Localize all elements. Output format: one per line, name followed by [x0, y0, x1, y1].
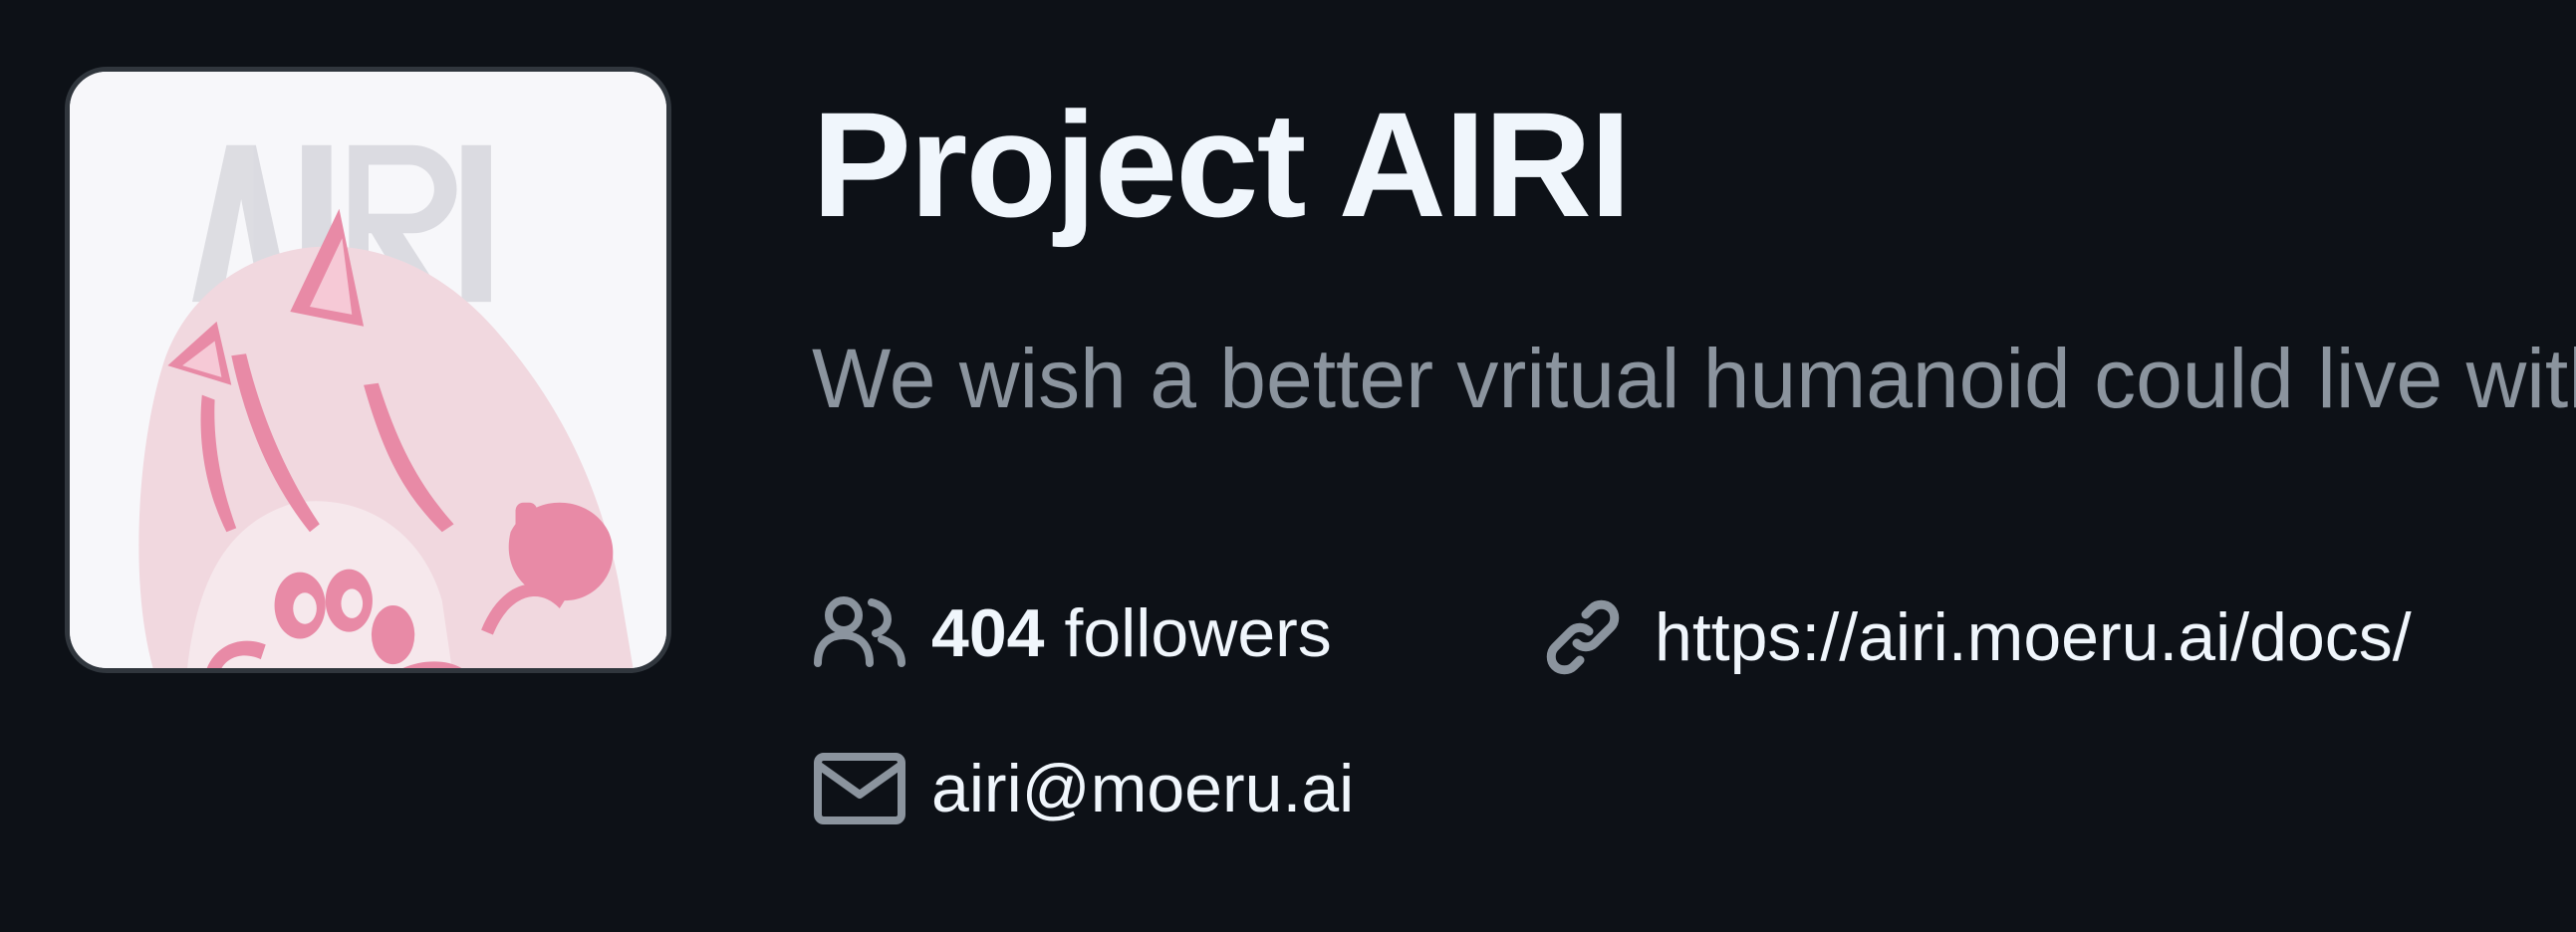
followers-label: followers — [1064, 595, 1332, 671]
org-description: We wish a better vritual humanoid could … — [812, 332, 2576, 425]
website-url: https://airi.moeru.ai/docs/ — [1655, 599, 2412, 675]
link-icon — [1546, 599, 1620, 675]
followers-count: 404 — [931, 595, 1045, 671]
email-link[interactable]: airi@moeru.ai — [812, 749, 1354, 828]
org-profile-header: Project AIRI We wish a better vritual hu… — [0, 0, 2576, 932]
followers-link[interactable]: 404 followers — [812, 593, 1332, 673]
org-name: Project AIRI — [812, 81, 1632, 248]
mail-icon — [814, 753, 905, 824]
people-icon — [814, 596, 905, 667]
avatar-illustration — [70, 72, 666, 668]
org-avatar[interactable] — [65, 67, 671, 673]
website-link[interactable]: https://airi.moeru.ai/docs/ — [1539, 593, 2412, 681]
email-address: airi@moeru.ai — [931, 751, 1355, 826]
